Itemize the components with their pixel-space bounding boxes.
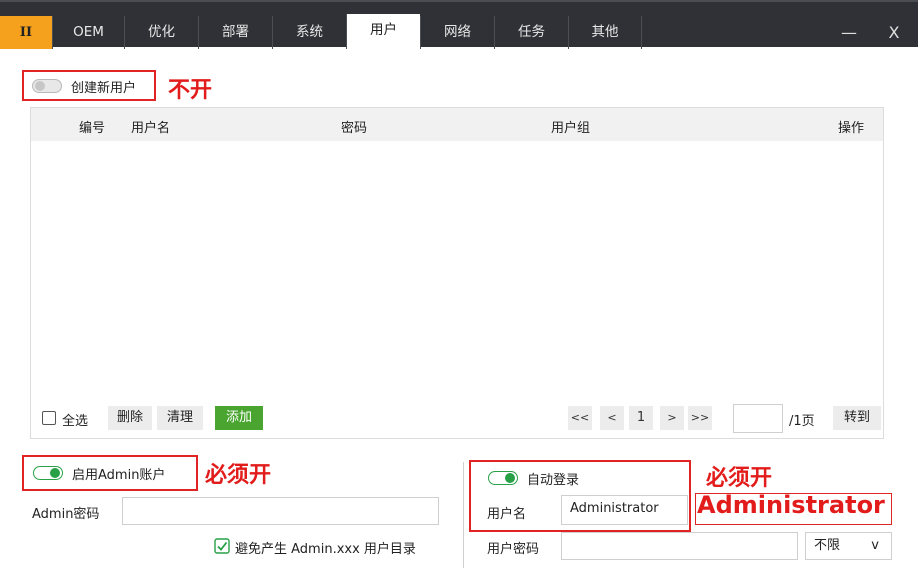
enable-admin-label: 启用Admin账户: [72, 468, 166, 483]
title-bar: II OEM 优化 部署 系统 用户 网络 任务 其他 — X: [0, 0, 918, 49]
user-table: 编号 用户名 密码 用户组 操作: [30, 107, 884, 439]
autologin-note-username: Administrator: [697, 491, 885, 519]
chevron-down-icon: v: [871, 538, 879, 553]
autologin-note-required: 必须开: [706, 466, 773, 491]
admin-password-input[interactable]: [122, 497, 439, 525]
tab-network[interactable]: 网络: [420, 16, 494, 49]
select-all-label: 全选: [62, 414, 89, 429]
page-number-input[interactable]: [733, 404, 783, 433]
tab-optimize[interactable]: 优化: [124, 16, 198, 49]
column-action: 操作: [838, 121, 865, 136]
section-divider: [463, 462, 464, 568]
clear-button[interactable]: 清理: [157, 406, 203, 430]
avoid-admin-dir-label: 避免产生 Admin.xxx 用户目录: [235, 542, 416, 557]
last-page-button[interactable]: >>: [688, 406, 712, 430]
add-button[interactable]: 添加: [215, 406, 263, 430]
app-logo[interactable]: II: [0, 16, 52, 49]
column-id: 编号: [79, 121, 106, 136]
goto-button[interactable]: 转到: [833, 406, 881, 430]
create-user-toggle[interactable]: [32, 79, 62, 93]
prev-page-button[interactable]: <: [600, 406, 624, 430]
check-icon[interactable]: [214, 538, 230, 554]
enable-admin-toggle[interactable]: [33, 466, 63, 480]
first-page-button[interactable]: <<: [568, 406, 592, 430]
limit-select-value: 不限: [814, 538, 841, 553]
next-page-button[interactable]: >: [660, 406, 684, 430]
column-username: 用户名: [131, 121, 171, 136]
tab-user[interactable]: 用户: [346, 14, 420, 49]
close-button[interactable]: X: [870, 16, 918, 49]
select-all-checkbox[interactable]: [42, 411, 56, 425]
auto-login-label: 自动登录: [527, 473, 580, 488]
create-user-note: 不开: [168, 78, 213, 103]
column-password: 密码: [341, 121, 368, 136]
current-page[interactable]: 1: [629, 406, 653, 430]
tab-system[interactable]: 系统: [272, 16, 346, 49]
tab-deploy[interactable]: 部署: [198, 16, 272, 49]
limit-select[interactable]: 不限 v: [805, 532, 892, 560]
user-password-label: 用户密码: [487, 542, 540, 557]
username-label: 用户名: [487, 507, 527, 522]
auto-login-toggle[interactable]: [488, 471, 518, 485]
tab-other[interactable]: 其他: [568, 16, 642, 49]
admin-password-label: Admin密码: [32, 507, 100, 522]
tab-oem[interactable]: OEM: [52, 16, 124, 49]
delete-button[interactable]: 删除: [108, 406, 152, 430]
username-input[interactable]: Administrator: [561, 495, 688, 525]
tab-task[interactable]: 任务: [494, 16, 568, 49]
create-user-label: 创建新用户: [71, 81, 137, 96]
table-header: 编号 用户名 密码 用户组 操作: [31, 108, 883, 141]
column-group: 用户组: [551, 121, 591, 136]
total-pages-label: /1页: [789, 414, 815, 429]
user-password-input[interactable]: [561, 532, 798, 560]
minimize-button[interactable]: —: [825, 16, 873, 49]
admin-note: 必须开: [205, 463, 272, 488]
